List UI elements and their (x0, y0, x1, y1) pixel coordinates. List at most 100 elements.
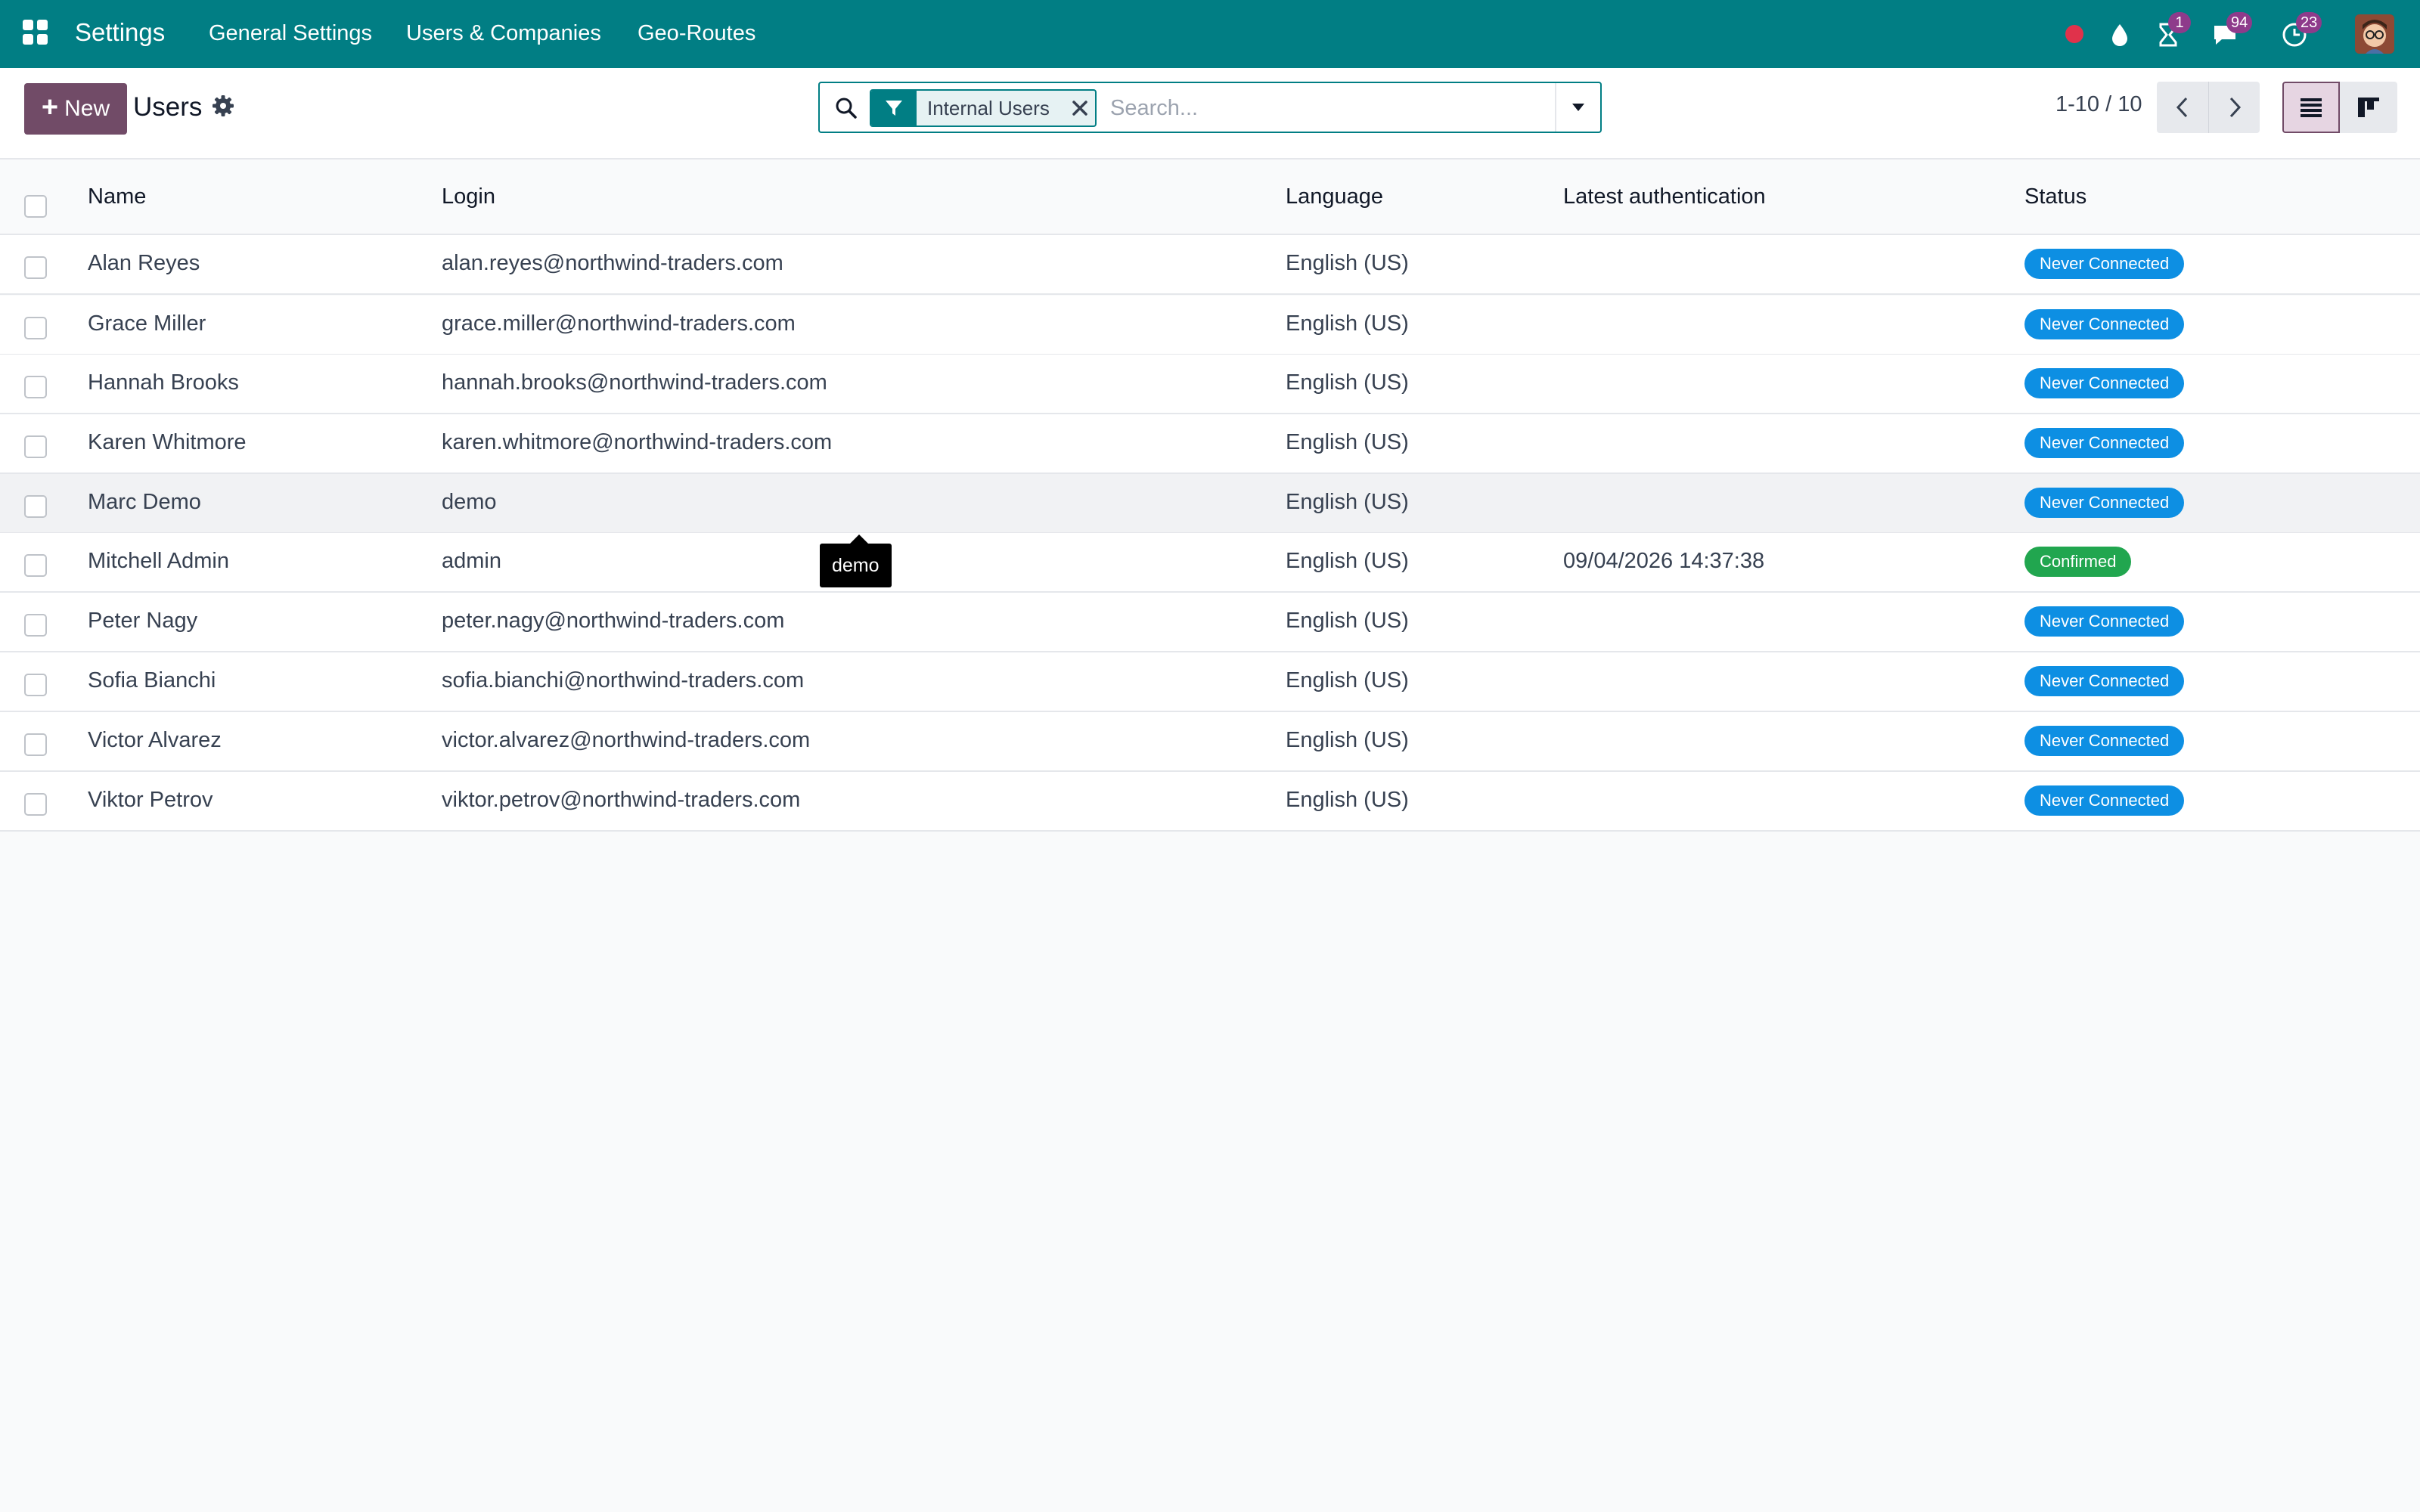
top-navbar: Settings General Settings Users & Compan… (0, 0, 2420, 68)
cell-language: English (US) (1286, 311, 1409, 336)
select-all-checkbox[interactable] (24, 195, 47, 218)
new-button[interactable]: + New (24, 83, 127, 135)
row-checkbox[interactable] (24, 554, 47, 577)
cell-language: English (US) (1286, 788, 1409, 812)
cell-name: Karen Whitmore (88, 430, 247, 454)
column-header-login[interactable]: Login (442, 184, 495, 209)
row-checkbox[interactable] (24, 435, 47, 458)
clock-icon[interactable]: 23 (2279, 12, 2322, 51)
kanban-icon (2358, 98, 2379, 117)
cell-name: Viktor Petrov (88, 788, 213, 812)
pager-next-button[interactable] (2208, 82, 2260, 133)
cell-language: English (US) (1286, 251, 1409, 275)
list-view-button[interactable] (2282, 82, 2340, 133)
cell-name: Hannah Brooks (88, 370, 239, 395)
gear-icon[interactable] (212, 94, 234, 117)
list-icon (2301, 98, 2322, 117)
cell-language: English (US) (1286, 430, 1409, 454)
status-badge: Never Connected (2024, 785, 2185, 816)
drop-icon[interactable] (2103, 18, 2136, 51)
row-checkbox[interactable] (24, 376, 47, 398)
cell-language: English (US) (1286, 668, 1409, 692)
cell-login: peter.nagy@northwind-traders.com (442, 609, 785, 633)
chevron-left-icon (2176, 97, 2188, 118)
menu-geo-routes[interactable]: Geo-Routes (638, 21, 755, 46)
table-row[interactable]: Peter Nagy peter.nagy@northwind-traders.c… (0, 593, 2420, 652)
row-checkbox[interactable] (24, 495, 47, 518)
row-checkbox[interactable] (24, 256, 47, 279)
cell-name: Victor Alvarez (88, 728, 222, 752)
table-header: Name Login Language Latest authenticatio… (0, 160, 2420, 235)
cell-language: English (US) (1286, 370, 1409, 395)
table-row[interactable]: Victor Alvarez victor.alvarez@northwind-t… (0, 712, 2420, 772)
column-header-language[interactable]: Language (1286, 184, 1383, 209)
row-checkbox[interactable] (24, 674, 47, 696)
tooltip: demo (820, 534, 892, 587)
recording-dot-icon[interactable] (2063, 23, 2086, 45)
activity-badge: 1 (2168, 12, 2191, 33)
table-row[interactable]: Karen Whitmore karen.whitmore@northwind-t… (0, 414, 2420, 474)
row-checkbox[interactable] (24, 614, 47, 637)
cell-name: Sofia Bianchi (88, 668, 216, 692)
pager-previous-button[interactable] (2157, 82, 2208, 133)
cell-login: hannah.brooks@northwind-traders.com (442, 370, 827, 395)
close-icon[interactable] (1065, 91, 1095, 125)
messages-badge: 94 (2226, 12, 2253, 33)
search-facet: Internal Users (870, 89, 1097, 127)
user-avatar[interactable] (2355, 14, 2394, 54)
cell-language: English (US) (1286, 490, 1409, 514)
search-options-toggle[interactable] (1555, 83, 1600, 132)
app-title[interactable]: Settings (75, 18, 165, 47)
table-row[interactable]: Marc Demo demo English (US) Never Connected (0, 474, 2420, 534)
pager-value[interactable]: 1-10 / 10 (2055, 92, 2142, 117)
page-title: Users (133, 92, 203, 122)
menu-users-companies[interactable]: Users & Companies (406, 21, 601, 46)
activity-hourglass-icon[interactable]: 1 (2152, 12, 2191, 51)
new-button-label: New (64, 96, 110, 121)
status-badge: Never Connected (2024, 606, 2185, 637)
cell-name: Alan Reyes (88, 251, 200, 275)
caret-down-icon (1572, 104, 1584, 111)
search-bar: Internal Users (818, 82, 1602, 133)
table-row[interactable]: Sofia Bianchi sofia.bianchi@northwind-tra… (0, 652, 2420, 712)
app-grid-icon[interactable] (23, 20, 48, 45)
table-row[interactable]: Mitchell Admin admin English (US) 09/04/202… (0, 533, 2420, 593)
status-badge: Never Connected (2024, 726, 2185, 756)
cell-name: Grace Miller (88, 311, 206, 336)
messages-icon[interactable]: 94 (2210, 12, 2253, 51)
status-badge: Never Connected (2024, 249, 2185, 279)
cell-name: Peter Nagy (88, 609, 198, 633)
row-checkbox[interactable] (24, 733, 47, 756)
column-header-status[interactable]: Status (2024, 184, 2086, 209)
search-icon[interactable] (833, 95, 859, 121)
status-badge: Never Connected (2024, 666, 2185, 696)
kanban-view-button[interactable] (2340, 82, 2397, 133)
filter-icon (871, 91, 917, 125)
cell-login: grace.miller@northwind-traders.com (442, 311, 796, 336)
search-input[interactable] (1110, 89, 1534, 127)
table-row[interactable]: Hannah Brooks hannah.brooks@northwind-tra… (0, 355, 2420, 414)
row-checkbox[interactable] (24, 317, 47, 339)
cell-latest-authentication: 09/04/2026 14:37:38 (1563, 549, 1765, 573)
cell-login: viktor.petrov@northwind-traders.com (442, 788, 801, 812)
chevron-right-icon (2229, 97, 2241, 118)
clock-badge: 23 (2296, 12, 2322, 33)
facet-label: Internal Users (917, 91, 1065, 125)
cell-name: Marc Demo (88, 490, 201, 514)
table-row[interactable]: Grace Miller grace.miller@northwind-trade… (0, 296, 2420, 355)
row-checkbox[interactable] (24, 793, 47, 816)
column-header-latest-authentication[interactable]: Latest authentication (1563, 184, 1766, 209)
menu-general-settings[interactable]: General Settings (209, 21, 372, 46)
column-header-name[interactable]: Name (88, 184, 146, 209)
cell-login: karen.whitmore@northwind-traders.com (442, 430, 833, 454)
table-row[interactable]: Viktor Petrov viktor.petrov@northwind-tra… (0, 772, 2420, 832)
cell-language: English (US) (1286, 609, 1409, 633)
status-badge: Never Connected (2024, 368, 2185, 398)
cell-login: demo (442, 490, 497, 514)
control-panel: + New Users Internal Users Search... 1-1… (0, 68, 2420, 160)
status-badge: Never Connected (2024, 428, 2185, 458)
cell-language: English (US) (1286, 549, 1409, 573)
cell-name: Mitchell Admin (88, 549, 229, 573)
status-badge: Never Connected (2024, 309, 2185, 339)
table-row[interactable]: Alan Reyes alan.reyes@northwind-traders.c… (0, 235, 2420, 295)
